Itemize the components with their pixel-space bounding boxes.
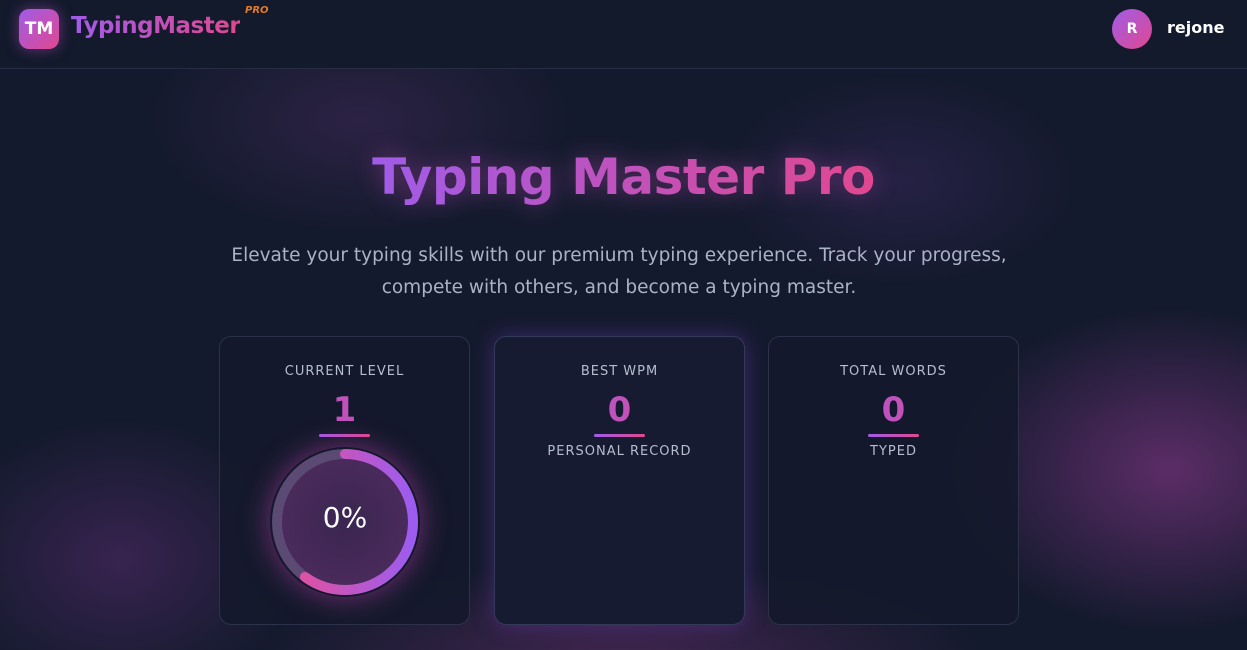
current-level-value: 1 <box>220 390 469 430</box>
username[interactable]: rejone <box>1167 18 1224 37</box>
page-subtitle: Elevate your typing skills with our prem… <box>231 245 1007 298</box>
level-progress-ring: 0% <box>270 447 420 597</box>
total-words-sub: TYPED <box>870 444 917 459</box>
best-wpm-card: BEST WPM 0 PERSONAL RECORD <box>494 336 745 625</box>
page-title-text: Typing Master Pro <box>372 148 875 206</box>
best-wpm-underline <box>594 434 645 437</box>
total-words-underline <box>868 434 919 437</box>
logo-icon[interactable]: TM <box>19 9 59 49</box>
level-progress-text: 0% <box>322 501 368 534</box>
current-level-underline <box>319 434 370 437</box>
current-level-card: CURRENT LEVEL 1 0% <box>219 336 470 625</box>
page-title: Typing Master Pro <box>0 148 1247 206</box>
total-words-label: TOTAL WORDS <box>840 364 947 379</box>
best-wpm-sub: PERSONAL RECORD <box>547 444 692 459</box>
current-level-label: CURRENT LEVEL <box>284 364 405 379</box>
user-avatar[interactable]: R <box>1112 9 1152 49</box>
total-words-card: TOTAL WORDS 0 TYPED <box>768 336 1019 625</box>
total-words-value: 0 <box>769 390 1018 430</box>
best-wpm-value: 0 <box>495 390 744 430</box>
logo-text[interactable]: TypingMaster <box>71 13 241 39</box>
pro-badge: PRO <box>245 5 269 16</box>
best-wpm-label: BEST WPM <box>580 364 659 379</box>
top-navbar: TM TypingMaster PRO R rejone <box>0 0 1247 69</box>
